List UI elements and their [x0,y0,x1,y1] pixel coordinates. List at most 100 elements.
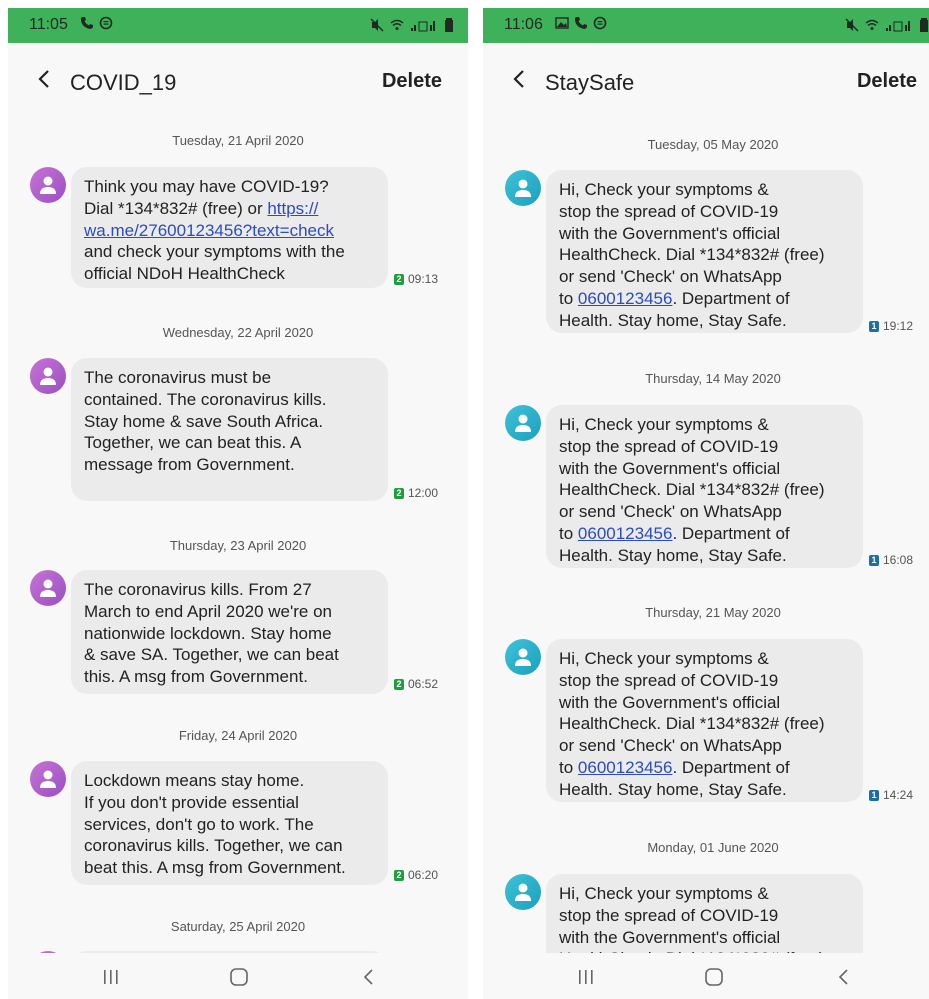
message-line: HealthCheck. Dial *134*832# (free) [559,714,825,734]
message-text: to [559,757,578,777]
phone-link[interactable]: 0600123456 [578,289,673,308]
contact-avatar[interactable] [30,570,66,606]
message-time: 06:52 [408,677,439,691]
message-bubble[interactable]: The coronavirus must be contained. The c… [71,358,388,501]
conversation-header: COVID_19 Delete [8,43,468,115]
message-line: to 0600123456. Department of [559,523,851,545]
message-meta: 2 06:52 [394,677,438,691]
message-line: stop the spread of COVID-19 [559,201,779,221]
message-line: official NDoH HealthCheck [84,264,285,284]
message-link[interactable]: wa.me/27600123456?text=check [84,220,376,242]
conversation-title: COVID_19 [70,70,177,95]
message-line: Dial *134*832# (free) or https:// [84,198,376,220]
date-separator: Thursday, 14 May 2020 [645,371,781,386]
contact-avatar-icon [40,579,56,597]
message-link[interactable]: https:// [267,199,318,218]
date-separator: Tuesday, 21 April 2020 [172,133,304,148]
message-text: to [559,523,578,543]
sim-badge: 1 [869,554,879,566]
message-line: with the Government's official [559,927,781,947]
home-icon[interactable] [228,966,250,988]
contact-avatar[interactable] [30,761,66,797]
message-line: with the Government's official [559,223,781,243]
message-line: services, don't go to work. The [84,814,314,834]
nav-back-icon[interactable] [833,966,855,988]
message-line: to 0600123456. Department of [559,288,851,310]
sim-badge: 1 [869,320,879,332]
message-bubble[interactable]: Lockdown means stay home. If you don't p… [71,761,388,885]
message-line: stop the spread of COVID-19 [559,905,779,925]
date-separator: Friday, 24 April 2020 [178,728,298,743]
delete-button[interactable]: Delete [382,70,442,93]
contact-avatar[interactable] [30,167,66,203]
conversation-title: StaySafe [545,70,635,95]
message-line: The coronavirus kills. From 27 [84,580,312,599]
mute-icon [370,18,384,32]
message-time: 12:00 [408,486,439,500]
message-line: Health. Stay home, Stay Safe. [559,779,787,799]
message-time: 16:08 [883,553,914,567]
message-bubble[interactable]: The coronavirus kills. From 27 March to … [71,570,388,694]
message-text: Dial *134*832# (free) or [84,198,268,218]
message-text: to [559,288,578,308]
contact-avatar-icon [515,179,531,197]
message-line: contained. The coronavirus kills. [84,389,327,409]
date-separator: Saturday, 25 April 2020 [170,919,306,934]
contact-avatar[interactable] [30,358,66,394]
message-text: . Department of [672,757,790,777]
sim-badge: 2 [394,869,404,881]
sim-badge: 2 [394,678,404,690]
contact-avatar[interactable] [505,405,541,441]
message-line: Together, we can beat this. A [84,433,302,453]
contact-avatar[interactable] [505,170,541,206]
message-bubble[interactable]: Hi, Check your symptoms & stop the sprea… [546,639,863,802]
message-line: & save SA. Together, we can beat [84,645,339,665]
notification-icon [593,16,607,30]
message-meta: 1 19:12 [869,319,913,333]
contact-avatar-icon [515,883,531,901]
signal-icon [411,21,435,32]
sim-badge: 2 [394,487,404,499]
back-arrow-icon[interactable] [34,69,54,89]
contact-avatar-icon [515,648,531,666]
date-separator: Thursday, 23 April 2020 [169,538,307,553]
message-time: 19:12 [883,319,914,333]
message-line: Health. Stay home, Stay Safe. [559,545,787,565]
message-meta: 2 06:20 [394,868,438,882]
mute-icon [845,18,859,32]
message-line: Hi, Check your symptoms & [559,884,769,903]
message-text: . Department of [672,523,790,543]
home-icon[interactable] [703,966,725,988]
message-meta: 2 12:00 [394,486,438,500]
delete-button[interactable]: Delete [857,70,917,93]
message-bubble[interactable]: Hi, Check your symptoms & stop the sprea… [546,405,863,568]
date-separator: Wednesday, 22 April 2020 [162,325,314,340]
status-time: 11:06 [504,16,543,33]
message-time: 14:24 [883,788,914,802]
contact-avatar[interactable] [505,639,541,675]
contact-avatar[interactable] [505,874,541,910]
conversation-header: StaySafe Delete [483,43,929,115]
message-meta: 2 09:13 [394,272,438,286]
signal-icon [886,21,910,32]
phone-screen-left: 11:05 COVID_19 Delete Tuesday, 21 April … [8,8,468,999]
navigation-bar [483,953,929,999]
message-line: Hi, Check your symptoms & [559,415,769,434]
message-text: . Department of [672,288,790,308]
gallery-icon [555,17,569,29]
recents-icon[interactable] [100,966,122,988]
message-meta: 1 16:08 [869,553,913,567]
phone-link[interactable]: 0600123456 [578,524,673,543]
message-bubble[interactable]: Hi, Check your symptoms & stop the sprea… [546,170,863,333]
recents-icon[interactable] [575,966,597,988]
nav-back-icon[interactable] [358,966,380,988]
message-bubble[interactable]: Think you may have COVID-19? Dial *134*8… [71,167,388,288]
status-bar: 11:06 [483,8,929,43]
message-line: or send 'Check' on WhatsApp [559,267,782,287]
message-line: beat this. A msg from Government. [84,858,346,878]
back-arrow-icon[interactable] [509,69,529,89]
message-line: and check your symptoms with the [84,242,345,262]
message-line: or send 'Check' on WhatsApp [559,736,782,756]
phone-link[interactable]: 0600123456 [578,758,673,777]
message-line: stop the spread of COVID-19 [559,670,779,690]
